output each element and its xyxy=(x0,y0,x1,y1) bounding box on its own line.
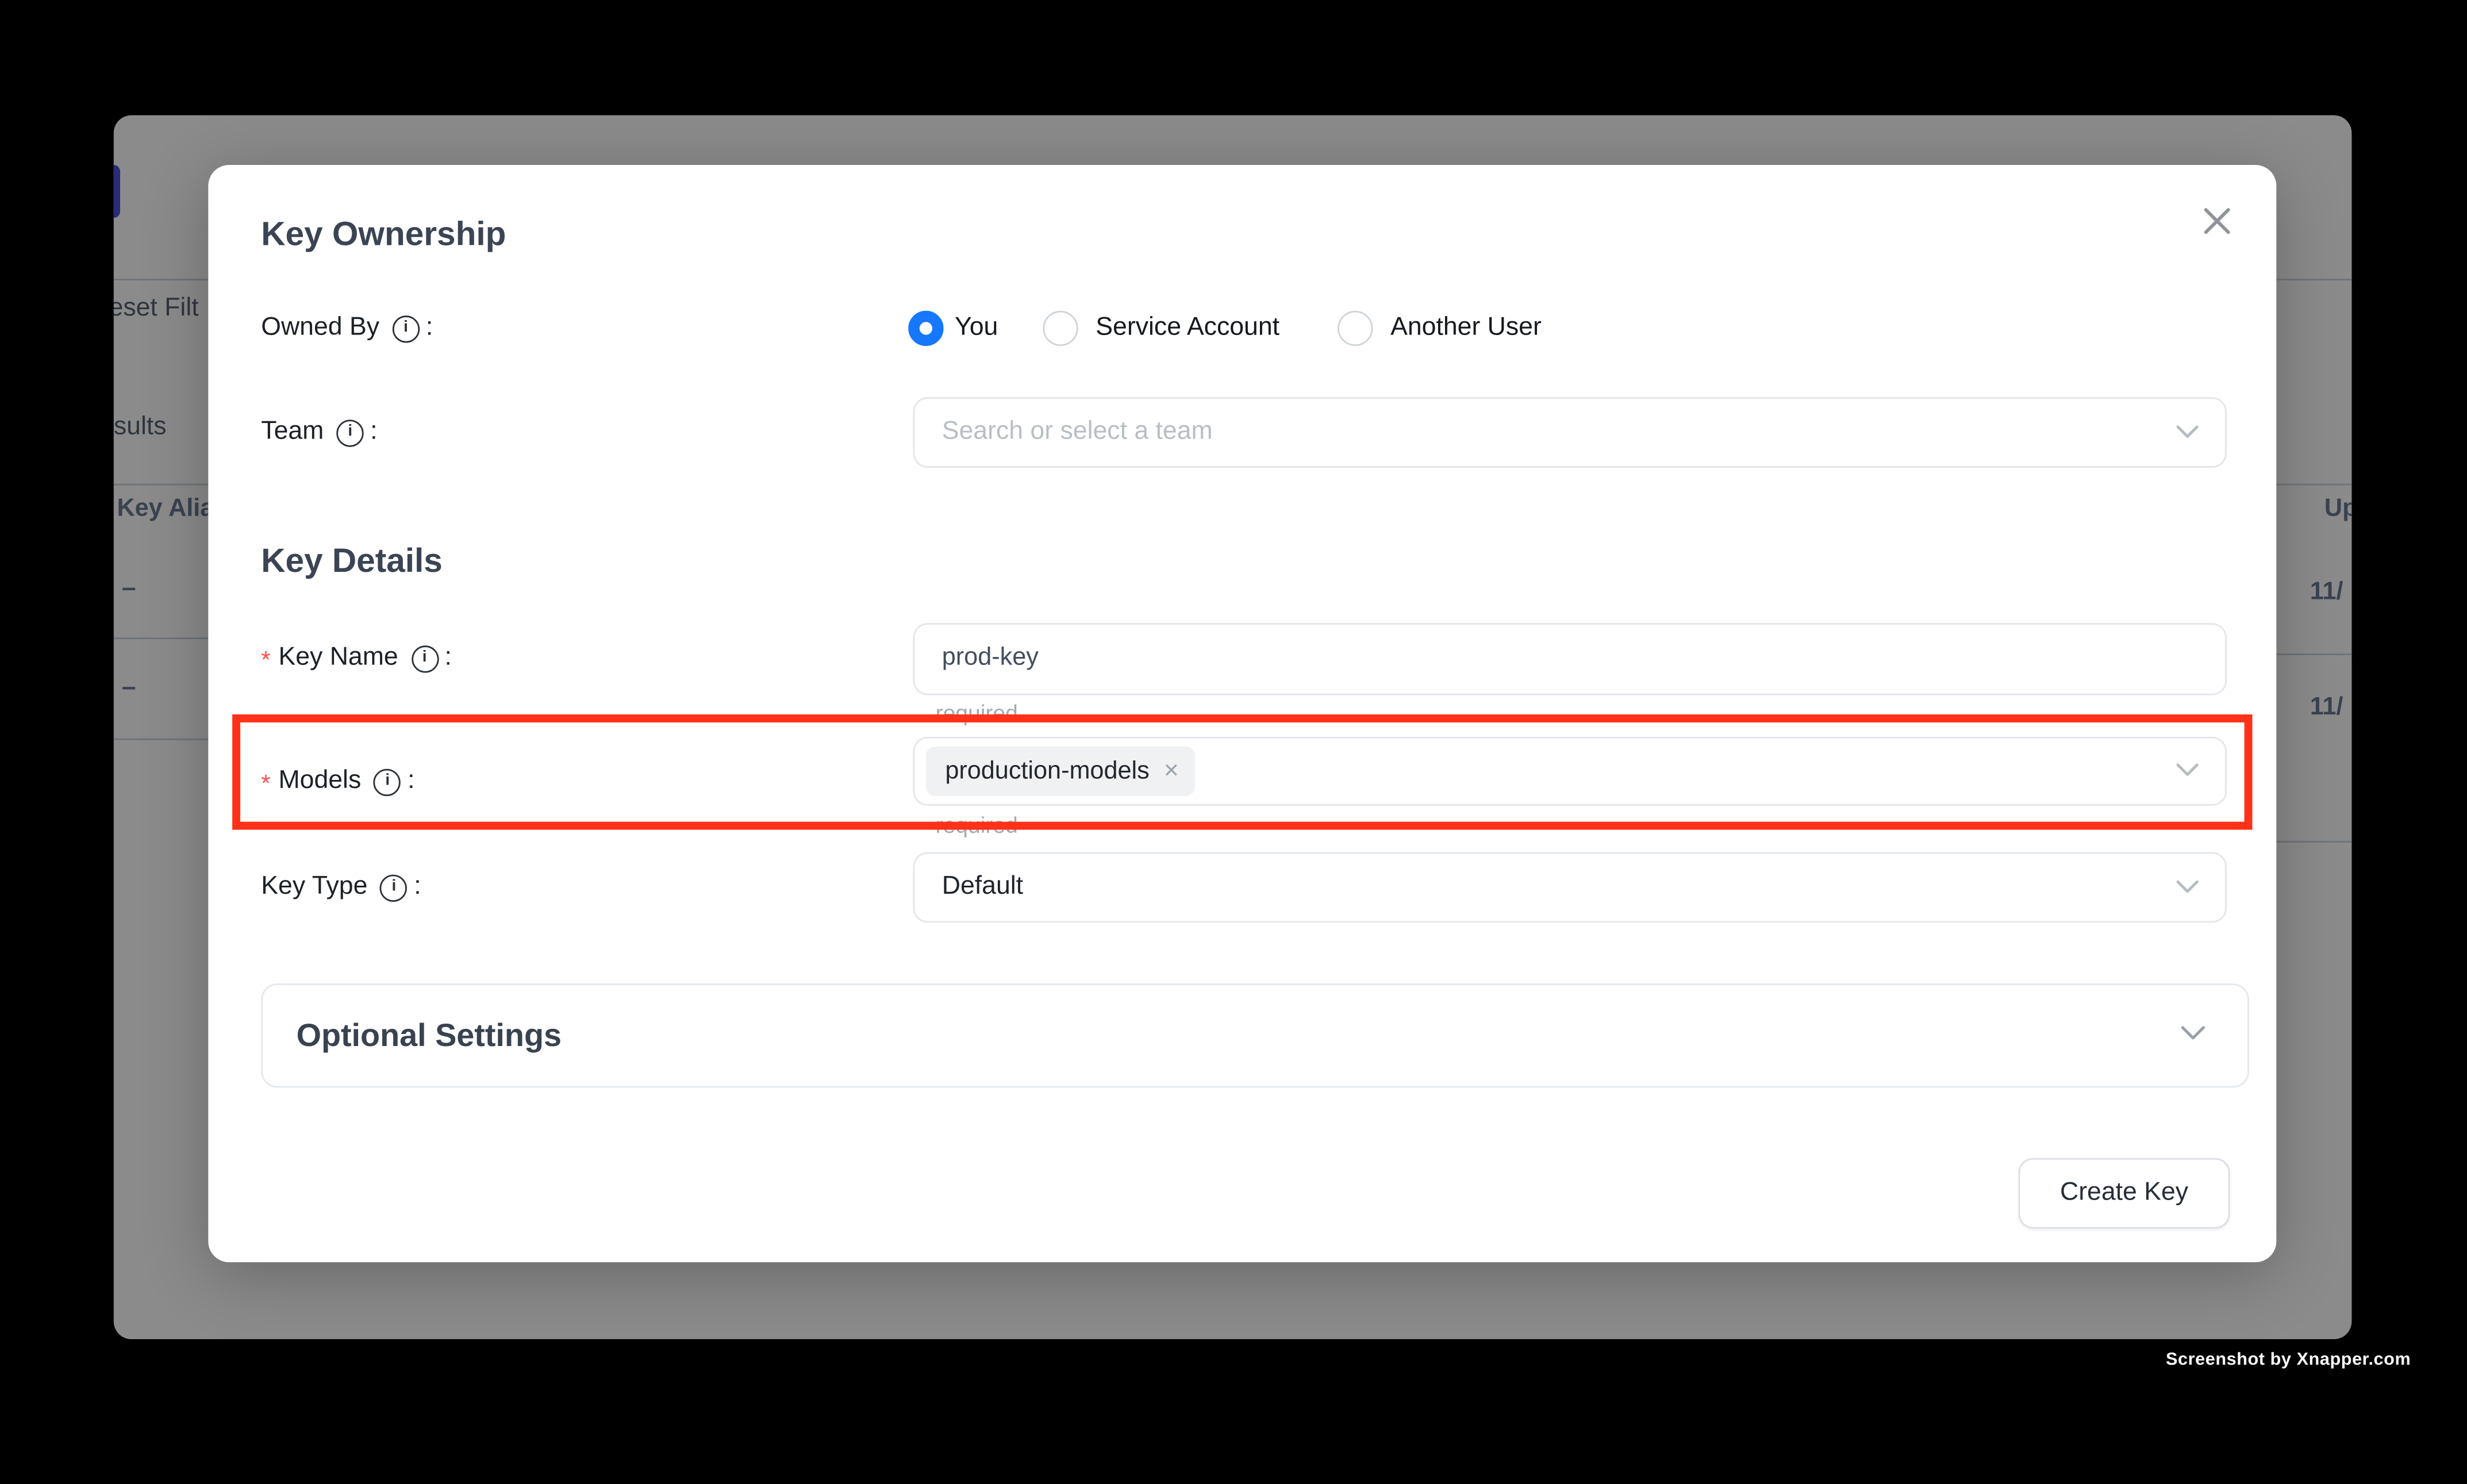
team-label: Team i : xyxy=(261,416,377,451)
key-name-input[interactable] xyxy=(942,645,2127,674)
chevron-down-icon xyxy=(2176,872,2200,901)
key-name-required-hint: required xyxy=(936,702,1018,726)
optional-settings-panel[interactable]: Optional Settings xyxy=(261,983,2249,1087)
section-title-key-details: Key Details xyxy=(261,542,443,583)
radio-owned-by-service-account[interactable] xyxy=(1043,312,1078,347)
create-key-button[interactable]: Create Key xyxy=(2019,1159,2230,1229)
section-title-key-ownership: Key Ownership xyxy=(261,215,506,256)
info-icon[interactable]: i xyxy=(337,420,364,447)
optional-settings-title: Optional Settings xyxy=(297,1017,562,1058)
models-tag: production-models × xyxy=(926,747,1195,797)
radio-label-another-user[interactable]: Another User xyxy=(1390,312,1542,347)
radio-label-service-account[interactable]: Service Account xyxy=(1096,312,1279,347)
key-type-value: Default xyxy=(942,872,1023,901)
radio-owned-by-you[interactable] xyxy=(908,312,943,347)
models-select[interactable]: production-models × xyxy=(913,737,2227,806)
required-asterisk: * xyxy=(261,768,270,803)
models-label: * Models i : xyxy=(261,764,414,799)
xnapper-watermark: Screenshot by Xnapper.com xyxy=(2166,1350,2411,1368)
chevron-down-icon xyxy=(2176,418,2200,447)
info-icon[interactable]: i xyxy=(411,645,438,672)
team-select-input[interactable] xyxy=(942,418,2127,447)
key-type-label: Key Type i : xyxy=(261,870,421,905)
required-asterisk: * xyxy=(261,644,270,679)
radio-label-you[interactable]: You xyxy=(955,312,998,347)
key-name-label: * Key Name i : xyxy=(261,641,452,676)
info-icon[interactable]: i xyxy=(381,874,408,901)
info-icon[interactable]: i xyxy=(392,315,419,342)
key-type-select[interactable]: Default xyxy=(913,852,2227,922)
key-name-field[interactable] xyxy=(913,623,2227,695)
info-icon[interactable]: i xyxy=(374,768,401,795)
chevron-down-icon xyxy=(2176,757,2200,786)
create-key-modal: Key Ownership Owned By i : You Service A… xyxy=(208,166,2276,1263)
radio-owned-by-another-user[interactable] xyxy=(1338,312,1373,347)
team-select[interactable] xyxy=(913,397,2227,468)
screenshot-stage: eset Filt sults Key Alia Up – 11/ – 11/ … xyxy=(0,0,2467,1484)
tag-remove-icon[interactable]: × xyxy=(1164,759,1179,785)
chevron-down-icon[interactable] xyxy=(2180,1021,2206,1050)
close-icon xyxy=(2203,207,2231,236)
models-tag-label: production-models xyxy=(945,758,1149,786)
owned-by-label: Owned By i : xyxy=(261,312,433,347)
models-required-hint: required xyxy=(936,814,1018,838)
close-button[interactable] xyxy=(2195,199,2239,244)
